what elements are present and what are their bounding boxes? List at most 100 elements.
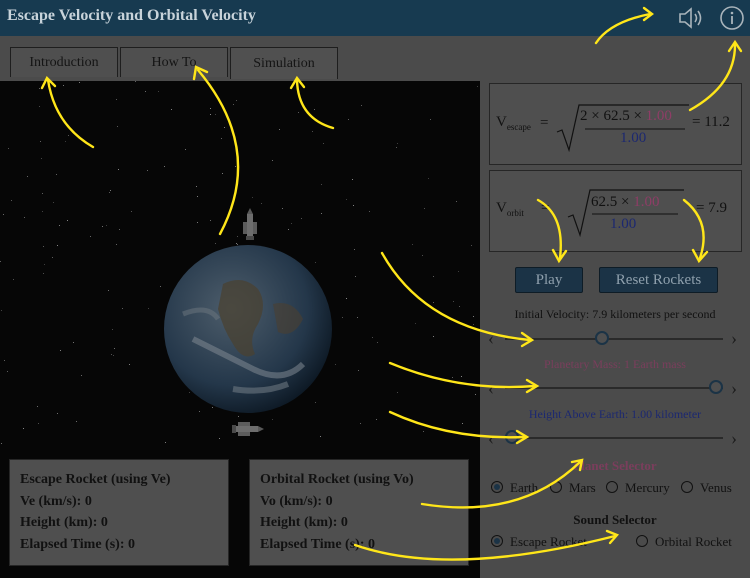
star [37, 406, 38, 407]
star [23, 428, 24, 429]
star [397, 392, 398, 393]
planet-selector-title: Planet Selector [573, 458, 657, 473]
star [11, 200, 12, 201]
star [111, 354, 112, 355]
orbit-equals: = [541, 200, 550, 216]
star [433, 276, 434, 277]
radio-earth[interactable] [491, 481, 503, 493]
label-mercury[interactable]: Mercury [625, 480, 670, 496]
star [342, 317, 343, 318]
star [73, 342, 74, 343]
star [233, 104, 234, 105]
star [109, 192, 110, 193]
star [110, 190, 111, 191]
star [462, 423, 463, 424]
velocity-slider-track[interactable] [505, 338, 723, 340]
star [59, 225, 60, 226]
height-slider-track[interactable] [505, 437, 723, 439]
height-increase-icon[interactable]: › [731, 428, 737, 449]
velocity-slider-knob[interactable] [594, 331, 609, 345]
star [360, 423, 361, 424]
star [361, 105, 362, 106]
star [453, 301, 454, 302]
star [219, 438, 220, 439]
mass-label: Planetary Mass: 1 Earth mass [544, 357, 686, 371]
star [39, 88, 40, 89]
star [412, 244, 413, 245]
star [102, 226, 103, 227]
velocity-increase-icon[interactable]: › [731, 328, 737, 349]
orbit-result: = 7.9 [696, 200, 727, 216]
label-orbital-rocket-sound[interactable]: Orbital Rocket [655, 534, 732, 550]
label-mars[interactable]: Mars [569, 480, 596, 496]
star [81, 375, 82, 376]
star [235, 166, 236, 167]
star [423, 431, 424, 432]
escape-subscript: escape [506, 122, 531, 132]
reset-rockets-button[interactable]: Reset Rockets [599, 267, 718, 293]
tab-simulation[interactable]: Simulation [230, 47, 338, 79]
star [473, 324, 474, 325]
escape-height-label: Height (km): [20, 515, 101, 530]
star [112, 329, 113, 330]
height-decrease-icon[interactable]: ‹ [488, 428, 494, 449]
star [8, 148, 9, 149]
star [13, 279, 14, 280]
star [171, 109, 172, 110]
height-slider-knob[interactable] [505, 430, 519, 444]
height-label: Height Above Earth: 1.00 kilometer [528, 407, 702, 421]
star [320, 436, 321, 437]
escape-v: V [496, 114, 507, 130]
star [79, 82, 80, 83]
star [117, 126, 118, 127]
star [377, 342, 378, 343]
star [131, 211, 132, 212]
radio-orbital-rocket-sound[interactable] [636, 535, 648, 547]
star [346, 199, 347, 200]
star [52, 257, 53, 258]
radio-escape-rocket-sound[interactable] [491, 535, 503, 547]
escape-time-label: Elapsed Time (s): [20, 536, 128, 552]
star [210, 220, 211, 221]
tab-how-to[interactable]: How To [120, 47, 228, 77]
star [3, 214, 4, 215]
star [272, 160, 273, 161]
star [424, 208, 425, 209]
info-icon[interactable] [719, 5, 745, 31]
mass-slider-knob[interactable] [709, 380, 723, 394]
label-venus[interactable]: Venus [700, 480, 732, 496]
star [430, 119, 431, 120]
ve-value: 0 [84, 493, 92, 509]
star [261, 203, 262, 204]
radio-mars[interactable] [550, 481, 562, 493]
star [108, 290, 109, 291]
velocity-decrease-icon[interactable]: ‹ [488, 328, 494, 349]
mass-slider-track[interactable] [505, 387, 723, 389]
mass-decrease-icon[interactable]: ‹ [488, 378, 494, 399]
radio-venus[interactable] [681, 481, 693, 493]
star [65, 141, 66, 142]
star [396, 147, 397, 148]
ve-label: Ve (km/s): [20, 493, 85, 509]
star [1, 443, 2, 444]
speaker-icon[interactable] [676, 5, 706, 31]
star [458, 271, 459, 272]
play-button[interactable]: Play [515, 267, 583, 293]
star [42, 211, 43, 212]
orbital-time-value: 0 [368, 536, 375, 552]
escape-time-value: 0 [128, 536, 135, 552]
label-earth[interactable]: Earth [510, 480, 538, 496]
label-escape-rocket-sound[interactable]: Escape Rocket [510, 534, 587, 550]
mass-increase-icon[interactable]: › [731, 378, 737, 399]
star [68, 135, 69, 136]
sound-selector-title: Sound Selector [573, 512, 657, 527]
star [473, 316, 474, 317]
star [160, 286, 161, 287]
star [372, 337, 373, 338]
star [477, 86, 478, 87]
star [43, 273, 44, 274]
star [196, 186, 197, 187]
star [119, 229, 120, 230]
radio-mercury[interactable] [606, 481, 618, 493]
tab-introduction[interactable]: Introduction [10, 47, 118, 77]
